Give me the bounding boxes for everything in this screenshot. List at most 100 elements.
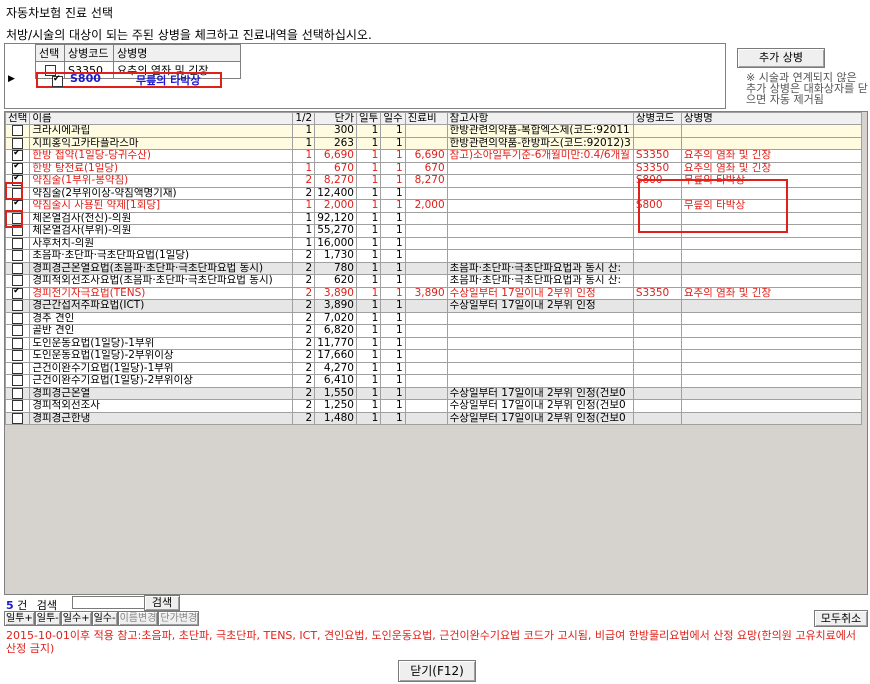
treatment-checkbox[interactable]: [12, 387, 24, 399]
half-value: 2: [292, 261, 316, 275]
col-half[interactable]: 1/2: [292, 112, 316, 125]
col-code[interactable]: 상병코드: [64, 44, 114, 62]
daily-count: 1: [355, 336, 382, 350]
day-count: 1: [380, 349, 406, 363]
treatment-checkbox[interactable]: [12, 300, 24, 311]
row-indicator-icon: ▶: [8, 74, 15, 84]
col-days[interactable]: 일수: [380, 112, 406, 125]
item-name: 한방 첩약(1일당-당귀수산): [29, 149, 294, 163]
close-button[interactable]: 닫기(F12): [398, 660, 476, 682]
daily-plus-button[interactable]: 일투+: [4, 611, 35, 626]
treatment-row[interactable]: 도인운동요법(1일당)-1부위 2 11,770 1 1: [5, 336, 862, 350]
treatment-checkbox[interactable]: [12, 137, 24, 149]
item-name: 약침술시 사용된 약제[1회당]: [29, 199, 294, 213]
reference-note: 한방관련의약품-복합엑스제(코드:92011: [446, 124, 634, 138]
col-price[interactable]: 단가: [314, 112, 357, 125]
treatment-row[interactable]: 도인운동요법(1일당)-2부위이상 2 17,660 1 1: [5, 349, 862, 363]
rename-button[interactable]: 이름변경: [117, 611, 159, 626]
treatment-checkbox[interactable]: [12, 287, 24, 299]
half-value: 1: [292, 224, 316, 238]
reference-note: [446, 249, 634, 263]
treatment-row[interactable]: 경피적외선조사 2 1,250 1 1 수상일부터 17일이내 2부위 인정(건보0: [5, 399, 862, 413]
half-value: 2: [292, 249, 316, 263]
reference-note: 초음파·초단파·극초단파요법과 동시 산:: [446, 274, 634, 288]
disease-checkbox-checked[interactable]: [52, 74, 63, 87]
treatment-checkbox[interactable]: [12, 325, 24, 336]
item-name: 경추 견인: [29, 311, 294, 325]
treatment-row[interactable]: 초음파·초단파·극초단파요법(1일당) 2 1,730 1 1: [5, 249, 862, 263]
clear-all-button[interactable]: 모두취소: [814, 610, 868, 627]
reference-note: [446, 174, 634, 188]
treatment-checkbox[interactable]: [12, 250, 24, 261]
treatment-checkbox[interactable]: [12, 350, 24, 361]
disease-code: S800: [70, 72, 101, 85]
search-input[interactable]: [72, 596, 148, 609]
item-name: 경근간섭저주파요법(ICT): [29, 299, 294, 313]
unit-price: 4,270: [314, 361, 357, 375]
col-name[interactable]: 이름: [29, 112, 294, 125]
treatment-checkbox[interactable]: [12, 237, 24, 249]
treatment-row[interactable]: 경피적외선조사요법(초음파·초단파·극초단파요법 동시) 2 620 1 1 초음파·초단…: [5, 274, 862, 288]
treatment-row[interactable]: 크라시에과립 1 300 1 1 한방관련의약품-복합엑스제(코드:92011: [5, 124, 862, 138]
treatment-row[interactable]: 골반 견인 2 6,820 1 1: [5, 324, 862, 338]
selected-disease-row[interactable]: S800 무릎의 타박상: [36, 72, 222, 88]
treatment-row[interactable]: 경추 견인 2 7,020 1 1: [5, 311, 862, 325]
reference-note: [446, 186, 634, 200]
treatment-row[interactable]: 지피홍익고카타플라스마 1 263 1 1 한방관련의약품-한방파스(코드:92012)3: [5, 136, 862, 150]
treatment-row[interactable]: 한방 첩약(1일당-당귀수산)16,690116,690참고)소아일투기준-6개…: [5, 149, 862, 163]
col-note[interactable]: 참고사항: [446, 112, 634, 125]
treatment-row[interactable]: 경피경근온열 2 1,550 1 1 수상일부터 17일이내 2부위 인정(건보0: [5, 386, 862, 400]
col-name[interactable]: 상병명: [113, 44, 241, 62]
treatment-checkbox[interactable]: [12, 162, 24, 174]
treatment-checkbox[interactable]: [12, 337, 24, 349]
treatment-checkbox[interactable]: [12, 150, 24, 161]
half-value: 1: [292, 161, 316, 175]
item-name: 골반 견인: [29, 324, 294, 338]
half-value: 1: [292, 211, 316, 225]
unit-price: 1,730: [314, 249, 357, 263]
reference-note: [446, 236, 634, 250]
treatment-checkbox[interactable]: [12, 412, 24, 424]
treatment-checkbox[interactable]: [12, 125, 24, 136]
disease-code: [632, 349, 682, 363]
treatment-row[interactable]: 경피경근온열요법(초음파·초단파·극초단파요법 동시) 2 780 1 1 초음파·초단파…: [5, 261, 862, 275]
treatment-row[interactable]: 한방 탕전료(1일당)167011670S3350요추의 염좌 및 긴장: [5, 161, 862, 175]
col-select[interactable]: 선택: [5, 112, 31, 125]
treatment-grid-header: 선택 이름 1/2 단가 일투 일수 진료비 참고사항 상병코드 상병명: [5, 112, 862, 125]
item-name: 경피경근온열요법(초음파·초단파·극초단파요법 동시): [29, 261, 294, 275]
half-value: 2: [292, 399, 316, 413]
disease-grid-header: 선택 상병코드 상병명: [35, 44, 241, 62]
treatment-checkbox[interactable]: [12, 362, 24, 374]
half-value: 1: [292, 149, 316, 163]
instruction-text: 처방/시술의 대상이 되는 주된 상병을 체크하고 진료내역을 선택하십시오.: [6, 28, 372, 42]
fee-amount: [404, 249, 448, 263]
treatment-checkbox[interactable]: [12, 275, 24, 286]
treatment-row[interactable]: 경근간섭저주파요법(ICT) 2 3,890 1 1 수상일부터 17일이내 2부위 인정: [5, 299, 862, 313]
days-plus-button[interactable]: 일수+: [60, 611, 92, 626]
treatment-row[interactable]: 사후처치-의원 1 16,000 1 1: [5, 236, 862, 250]
treatment-row[interactable]: 경피경근한냉 2 1,480 1 1 수상일부터 17일이내 2부위 인정(건보0: [5, 411, 862, 425]
unit-price: 12,400: [314, 186, 357, 200]
col-fee[interactable]: 진료비: [404, 112, 448, 125]
treatment-checkbox[interactable]: [12, 262, 24, 274]
search-button[interactable]: 검색: [144, 595, 180, 611]
treatment-row[interactable]: 근건이완수기요법(1일당)-1부위 2 4,270 1 1: [5, 361, 862, 375]
days-minus-button[interactable]: 일수-: [91, 611, 118, 626]
treatment-checkbox[interactable]: [12, 312, 24, 324]
treatment-table: 선택 이름 1/2 단가 일투 일수 진료비 참고사항 상병코드 상병명 크라시…: [5, 112, 862, 425]
col-dname[interactable]: 상병명: [680, 112, 862, 125]
treatment-checkbox[interactable]: [12, 375, 24, 386]
col-code[interactable]: 상병코드: [632, 112, 682, 125]
fee-amount: [404, 186, 448, 200]
add-disease-button[interactable]: 추가 상병: [737, 48, 825, 68]
price-change-button[interactable]: 단가변경: [158, 611, 200, 626]
col-select[interactable]: 선택: [35, 44, 65, 62]
treatment-row[interactable]: 경피전기자극요법(TENS)23,890113,890수상일부터 17일이내 2…: [5, 286, 862, 300]
daily-minus-button[interactable]: 일투-: [34, 611, 61, 626]
treatment-row[interactable]: 근건이완수기요법(1일당)-2부위이상 2 6,410 1 1: [5, 374, 862, 388]
col-daily[interactable]: 일투: [355, 112, 382, 125]
day-count: 1: [380, 311, 406, 325]
disease-name: [680, 349, 862, 363]
treatment-checkbox[interactable]: [12, 400, 24, 411]
disease-code: [632, 136, 682, 150]
